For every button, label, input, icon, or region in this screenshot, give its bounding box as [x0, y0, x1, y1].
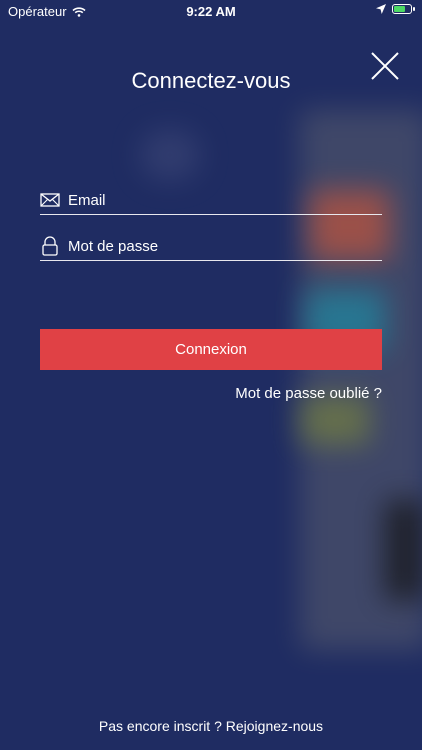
forgot-password-link[interactable]: Mot de passe oublié ? [235, 385, 382, 402]
background-blur-olive [300, 395, 370, 445]
email-input[interactable] [66, 188, 380, 212]
status-right [376, 4, 415, 14]
password-input[interactable] [66, 234, 380, 258]
location-arrow-icon [376, 4, 386, 14]
page-title: Connectez-vous [131, 68, 291, 93]
join-link[interactable]: Rejoignez-nous [226, 718, 323, 734]
background-blur-dark [385, 500, 422, 600]
email-field[interactable] [40, 184, 382, 215]
status-bar: Opérateur 9:22 AM [0, 0, 422, 24]
lock-icon [42, 236, 58, 256]
password-field[interactable] [40, 230, 382, 261]
envelope-icon [40, 193, 60, 207]
login-button[interactable]: Connexion [40, 329, 382, 370]
background-blur-circle [140, 130, 200, 180]
status-time: 9:22 AM [186, 4, 236, 19]
signup-prompt: Pas encore inscrit ? Rejoignez-nous [0, 718, 422, 734]
battery-icon [392, 4, 415, 14]
signup-prompt-text: Pas encore inscrit ? [98, 718, 222, 734]
